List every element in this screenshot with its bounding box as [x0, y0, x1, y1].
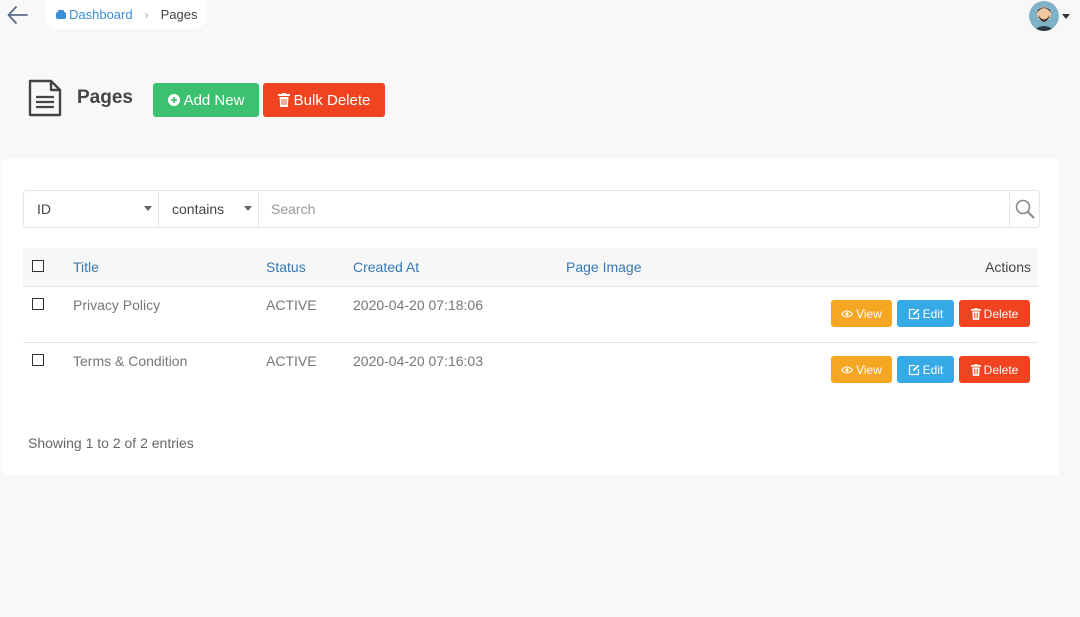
row-status: ACTIVE — [266, 297, 317, 313]
breadcrumb-current: Pages — [160, 7, 198, 22]
breadcrumb-separator: › — [144, 7, 149, 22]
eye-icon — [841, 365, 854, 374]
delete-button[interactable]: Delete — [959, 356, 1030, 383]
edit-label: Edit — [922, 306, 944, 321]
row-title: Terms & Condition — [73, 353, 188, 369]
row-status: ACTIVE — [266, 353, 317, 369]
table-header: Title Status Created At Page Image Actio… — [23, 248, 1038, 287]
trash-icon — [970, 307, 981, 320]
plus-circle-icon — [167, 94, 180, 106]
field-select-value: ID — [37, 201, 51, 217]
breadcrumb-dashboard-link[interactable]: Dashboard — [56, 7, 133, 22]
chevron-down-icon — [244, 206, 252, 211]
row-created-at: 2020-04-20 07:18:06 — [353, 297, 483, 313]
user-menu[interactable] — [1029, 1, 1070, 31]
add-new-button[interactable]: Add New — [153, 83, 259, 117]
add-new-label: Add New — [183, 91, 245, 109]
edit-label: Edit — [922, 362, 944, 377]
view-button[interactable]: View — [831, 300, 892, 327]
operator-select-value: contains — [172, 201, 225, 217]
edit-icon — [908, 308, 919, 319]
column-actions: Actions — [985, 259, 1031, 275]
dashboard-icon — [56, 9, 66, 19]
bulk-delete-label: Bulk Delete — [293, 91, 371, 109]
breadcrumb-dashboard-label: Dashboard — [69, 7, 133, 22]
delete-button[interactable]: Delete — [959, 300, 1030, 327]
row-title: Privacy Policy — [73, 297, 161, 313]
search-input[interactable] — [259, 191, 1009, 227]
row-checkbox[interactable] — [32, 354, 44, 366]
search-icon — [1015, 199, 1035, 219]
pages-table-card: ID contains Title Status Created At Page… — [2, 159, 1059, 475]
column-created-at[interactable]: Created At — [353, 259, 419, 275]
column-page-image[interactable]: Page Image — [566, 259, 642, 275]
trash-icon — [970, 363, 981, 376]
operator-select[interactable]: contains — [159, 191, 259, 227]
column-status[interactable]: Status — [266, 259, 306, 275]
edit-button[interactable]: Edit — [897, 356, 954, 383]
back-arrow-icon[interactable] — [6, 4, 30, 26]
row-checkbox[interactable] — [32, 298, 44, 310]
page-title: Pages — [77, 87, 133, 108]
delete-label: Delete — [983, 306, 1019, 321]
page-header: Pages — [27, 78, 133, 118]
chevron-down-icon — [144, 206, 152, 211]
row-created-at: 2020-04-20 07:16:03 — [353, 353, 483, 369]
chevron-down-icon[interactable] — [1062, 13, 1070, 19]
table-row: Terms & Condition ACTIVE 2020-04-20 07:1… — [23, 343, 1038, 398]
field-select[interactable]: ID — [24, 191, 159, 227]
avatar[interactable] — [1029, 1, 1059, 31]
select-all-checkbox[interactable] — [32, 260, 44, 272]
bulk-delete-button[interactable]: Bulk Delete — [263, 83, 385, 117]
eye-icon — [841, 309, 854, 318]
search-bar: ID contains — [23, 190, 1040, 228]
delete-label: Delete — [983, 362, 1019, 377]
search-button[interactable] — [1009, 191, 1039, 227]
edit-button[interactable]: Edit — [897, 300, 954, 327]
edit-icon — [908, 364, 919, 375]
column-title[interactable]: Title — [73, 259, 99, 275]
table-info: Showing 1 to 2 of 2 entries — [28, 435, 194, 451]
table-row: Privacy Policy ACTIVE 2020-04-20 07:18:0… — [23, 287, 1038, 343]
view-label: View — [856, 306, 882, 321]
breadcrumb: Dashboard › Pages — [45, 0, 207, 29]
trash-icon — [277, 93, 290, 107]
document-icon — [28, 79, 62, 117]
view-button[interactable]: View — [831, 356, 892, 383]
view-label: View — [856, 362, 882, 377]
